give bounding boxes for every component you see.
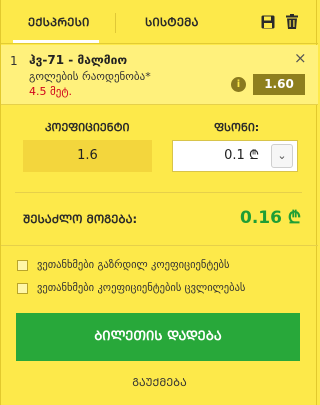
stake-value[interactable]: 0.1 ₾ [224, 141, 259, 171]
accept-odds-change-checkbox[interactable] [17, 282, 28, 294]
chevron-down-icon[interactable]: ⌄ [271, 144, 293, 168]
payout-label: ᲨᲔᲡᲐᲫᲚᲝ ᲛᲝᲒᲔᲑᲐ: [23, 212, 138, 226]
option-label: ვეთანხმები კოეფიციენტების ცვლილებას [37, 282, 246, 294]
tab-system[interactable]: ᲡᲘᲡᲢᲔᲛᲐ [145, 15, 199, 30]
close-icon[interactable]: × [294, 49, 307, 67]
divider [15, 192, 302, 193]
odds-label: ᲙᲝᲔᲤᲘᲪᲘᲔᲜᲢᲘ [45, 121, 130, 134]
accept-odds-change-option[interactable]: ვეთანხმები კოეფიციენტების ცვლილებას [17, 282, 245, 294]
accept-higher-odds-option[interactable]: ვეთანხმები გაზრდილ კოეფიციენტებს [17, 259, 229, 271]
tab-divider [115, 13, 116, 33]
trash-icon[interactable] [286, 14, 298, 33]
cancel-link[interactable]: ᲒᲐᲣᲥᲛᲔᲑᲐ [1, 375, 318, 390]
bet-type-tabs: ᲔᲥᲡᲞᲠᲔᲡᲘ ᲡᲘᲡᲢᲔᲛᲐ [1, 0, 318, 44]
bet-match-name: ჰვ-71 - მალმიო [29, 53, 128, 67]
accept-higher-odds-checkbox[interactable] [17, 259, 28, 271]
info-icon[interactable]: i [231, 77, 246, 92]
odds-options: ვეთანხმები გაზრდილ კოეფიციენტებს ვეთანხმ… [1, 245, 318, 303]
tab-express[interactable]: ᲔᲥᲡᲞᲠᲔᲡᲘ [28, 15, 90, 30]
option-label: ვეთანხმები გაზრდილ კოეფიციენტებს [37, 259, 230, 271]
bet-selection: 1 ჰვ-71 - მალმიო × გოლების რაოდენობა* 4.… [1, 45, 318, 105]
active-tab-indicator [13, 40, 99, 43]
stake-label: ᲤᲡᲝᲜᲘ: [214, 121, 260, 134]
bet-index: 1 [10, 54, 18, 68]
payout-value: 0.16 ₾ [240, 208, 301, 228]
bet-slip: ᲔᲥᲡᲞᲠᲔᲡᲘ ᲡᲘᲡᲢᲔᲛᲐ 1 ჰვ-71 - მალმიო × გოლე… [0, 0, 318, 405]
place-bet-button[interactable]: ᲑᲘᲚᲔᲗᲘᲡ ᲓᲐᲓᲔᲑᲐ [16, 313, 300, 361]
total-odds-field: 1.6 [23, 140, 152, 172]
bet-market: გოლების რაოდენობა* [29, 70, 151, 83]
stake-input[interactable]: 0.1 ₾ ⌄ [172, 140, 298, 172]
save-icon[interactable] [261, 14, 275, 33]
bet-odds-badge: 1.60 [253, 74, 305, 95]
bet-line: 4.5 მეტ. [29, 85, 73, 98]
